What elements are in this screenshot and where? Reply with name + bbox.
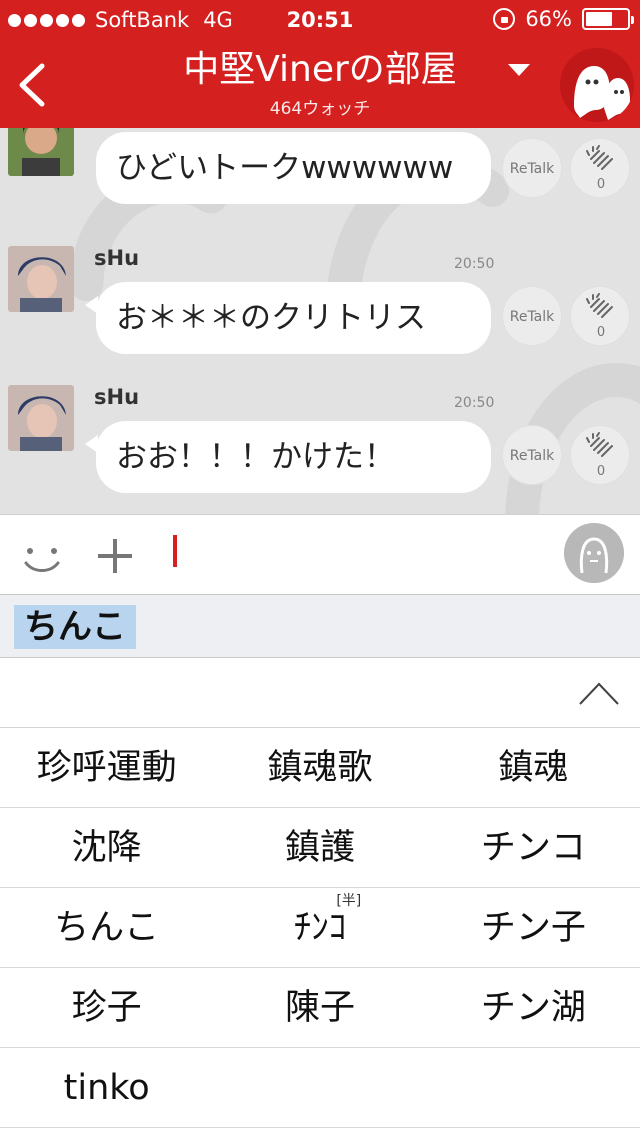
candidate-item[interactable]: 陳子: [213, 968, 426, 1048]
sender-name: sHu: [94, 246, 140, 270]
room-avatar[interactable]: [560, 48, 634, 122]
message-time: 20:50: [454, 256, 495, 272]
status-bar: SoftBank 4G 20:51 66%: [0, 0, 640, 40]
candidate-row: 沈降 鎮護 チンコ: [0, 808, 640, 888]
message-bubble[interactable]: おお！！！かけた！: [96, 421, 491, 493]
user-silhouette-icon: [564, 523, 624, 583]
battery-icon: [582, 8, 634, 30]
app-header: SoftBank 4G 20:51 66% 中堅Vinerの部屋 464ウォッチ: [0, 0, 640, 128]
candidate-item[interactable]: ﾁﾝｺ [半]: [213, 888, 426, 968]
retalk-button[interactable]: ReTalk: [502, 425, 562, 485]
candidate-row: tinko: [0, 1048, 640, 1128]
watch-count: 464ウォッチ: [269, 99, 371, 119]
room-title: 中堅Vinerの部屋: [183, 49, 457, 90]
battery-percent: 66%: [525, 7, 572, 31]
avatar[interactable]: [8, 128, 74, 176]
chevron-left-icon[interactable]: [14, 62, 48, 108]
candidate-item[interactable]: ちんこ: [0, 888, 213, 968]
clap-count: 0: [596, 464, 606, 479]
message-time: 20:50: [454, 395, 495, 411]
triangle-down-icon[interactable]: [508, 64, 530, 76]
chat-message: sHu 20:50 お＊＊＊のクリトリス ReTalk 0: [0, 246, 640, 386]
halfwidth-tag: [半]: [336, 893, 362, 909]
chevron-up-icon[interactable]: [578, 680, 620, 706]
candidate-item-label: ﾁﾝｺ: [293, 908, 347, 948]
candidate-item[interactable]: 鎮魂: [427, 728, 640, 808]
candidate-item[interactable]: 沈降: [0, 808, 213, 888]
composing-text[interactable]: ちんこ: [14, 605, 136, 649]
sender-name: sHu: [94, 385, 140, 409]
candidate-row: ちんこ ﾁﾝｺ [半] チン子: [0, 888, 640, 968]
candidate-grid: 珍呼運動 鎮魂歌 鎮魂 沈降 鎮護 チンコ ちんこ ﾁﾝｺ [半] チン子 珍子…: [0, 728, 640, 1128]
candidate-item[interactable]: チン湖: [427, 968, 640, 1048]
candidate-header: [0, 658, 640, 728]
retalk-button[interactable]: ReTalk: [502, 286, 562, 346]
candidate-item: [213, 1048, 426, 1128]
avatar[interactable]: [564, 523, 624, 583]
candidate-item[interactable]: 鎮魂歌: [213, 728, 426, 808]
message-bubble[interactable]: お＊＊＊のクリトリス: [96, 282, 491, 354]
retalk-button[interactable]: ReTalk: [502, 138, 562, 198]
clap-count: 0: [596, 177, 606, 192]
chat-area[interactable]: ひどいトークwwwwww ReTalk 0 sHu 20:50 お＊＊＊のクリト…: [0, 128, 640, 514]
clap-icon: [586, 432, 613, 457]
clap-count: 0: [596, 325, 606, 340]
message-bubble[interactable]: ひどいトークwwwwww: [96, 132, 491, 204]
clap-icon: [586, 293, 613, 318]
clap-button[interactable]: 0: [570, 286, 630, 346]
candidate-row: 珍子 陳子 チン湖: [0, 968, 640, 1048]
message-input[interactable]: [173, 535, 177, 567]
message-input-bar: [0, 514, 640, 594]
candidate-item[interactable]: 珍子: [0, 968, 213, 1048]
avatar[interactable]: [8, 246, 74, 312]
ghost-icon: [560, 48, 634, 122]
candidate-item[interactable]: チン子: [427, 888, 640, 968]
candidate-item[interactable]: tinko: [0, 1048, 213, 1128]
candidate-item[interactable]: 珍呼運動: [0, 728, 213, 808]
candidate-row: 珍呼運動 鎮魂歌 鎮魂: [0, 728, 640, 808]
avatar[interactable]: [8, 385, 74, 451]
chat-message: ひどいトークwwwwww ReTalk 0: [0, 128, 640, 232]
rotation-lock-icon: [493, 8, 516, 30]
clap-button[interactable]: 0: [570, 425, 630, 485]
ime-composing-bar: ちんこ: [0, 594, 640, 658]
clap-button[interactable]: 0: [570, 138, 630, 198]
plus-icon[interactable]: [96, 535, 134, 577]
smile-icon[interactable]: [22, 537, 62, 577]
candidate-item[interactable]: 鎮護: [213, 808, 426, 888]
candidate-item: [427, 1048, 640, 1128]
room-title-area[interactable]: 中堅Vinerの部屋 464ウォッチ: [100, 48, 540, 119]
clap-icon: [586, 145, 613, 170]
chat-message: sHu 20:50 おお！！！かけた！ ReTalk 0: [0, 385, 640, 514]
candidate-item[interactable]: チンコ: [427, 808, 640, 888]
